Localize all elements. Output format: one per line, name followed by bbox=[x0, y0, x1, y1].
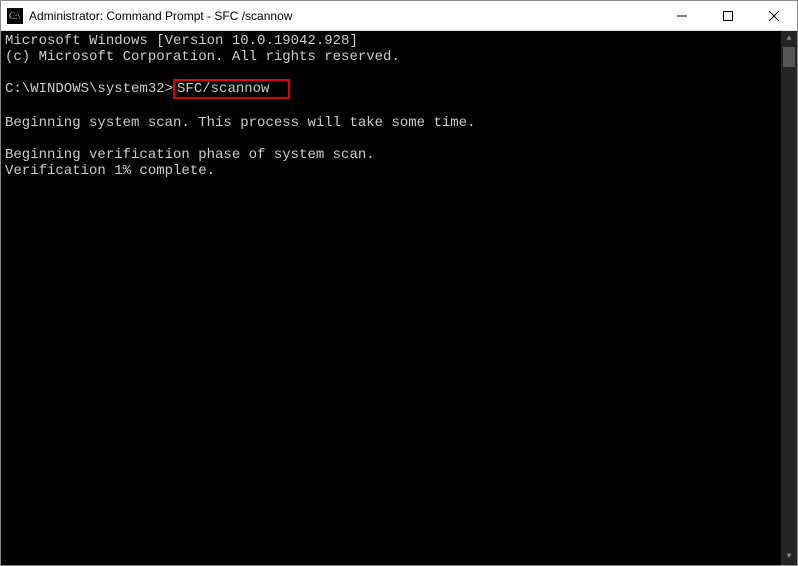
scrollbar-thumb[interactable] bbox=[783, 47, 795, 67]
window-controls bbox=[659, 1, 797, 30]
verify-progress-line: Verification 1% complete. bbox=[5, 163, 793, 179]
scroll-down-icon[interactable]: ▼ bbox=[781, 549, 797, 565]
scrollbar[interactable]: ▲ ▼ bbox=[781, 31, 797, 565]
verify-start-line: Beginning verification phase of system s… bbox=[5, 147, 793, 163]
version-line: Microsoft Windows [Version 10.0.19042.92… bbox=[5, 33, 793, 49]
command-highlight: SFC/scannow bbox=[173, 79, 290, 99]
blank-line bbox=[5, 65, 793, 81]
titlebar: C:\ Administrator: Command Prompt - SFC … bbox=[1, 1, 797, 31]
command-text: SFC/scannow bbox=[177, 81, 269, 97]
prompt-path: C:\WINDOWS\system32> bbox=[5, 81, 173, 97]
prompt-line: C:\WINDOWS\system32>SFC/scannow bbox=[5, 81, 793, 99]
maximize-button[interactable] bbox=[705, 1, 751, 30]
window-title: Administrator: Command Prompt - SFC /sca… bbox=[29, 9, 659, 23]
minimize-button[interactable] bbox=[659, 1, 705, 30]
scan-start-line: Beginning system scan. This process will… bbox=[5, 115, 793, 131]
terminal-area[interactable]: Microsoft Windows [Version 10.0.19042.92… bbox=[1, 31, 797, 565]
close-button[interactable] bbox=[751, 1, 797, 30]
blank-line bbox=[5, 99, 793, 115]
cmd-icon: C:\ bbox=[7, 8, 23, 24]
svg-text:C:\: C:\ bbox=[9, 11, 21, 21]
copyright-line: (c) Microsoft Corporation. All rights re… bbox=[5, 49, 793, 65]
scroll-up-icon[interactable]: ▲ bbox=[781, 31, 797, 47]
blank-line bbox=[5, 131, 793, 147]
